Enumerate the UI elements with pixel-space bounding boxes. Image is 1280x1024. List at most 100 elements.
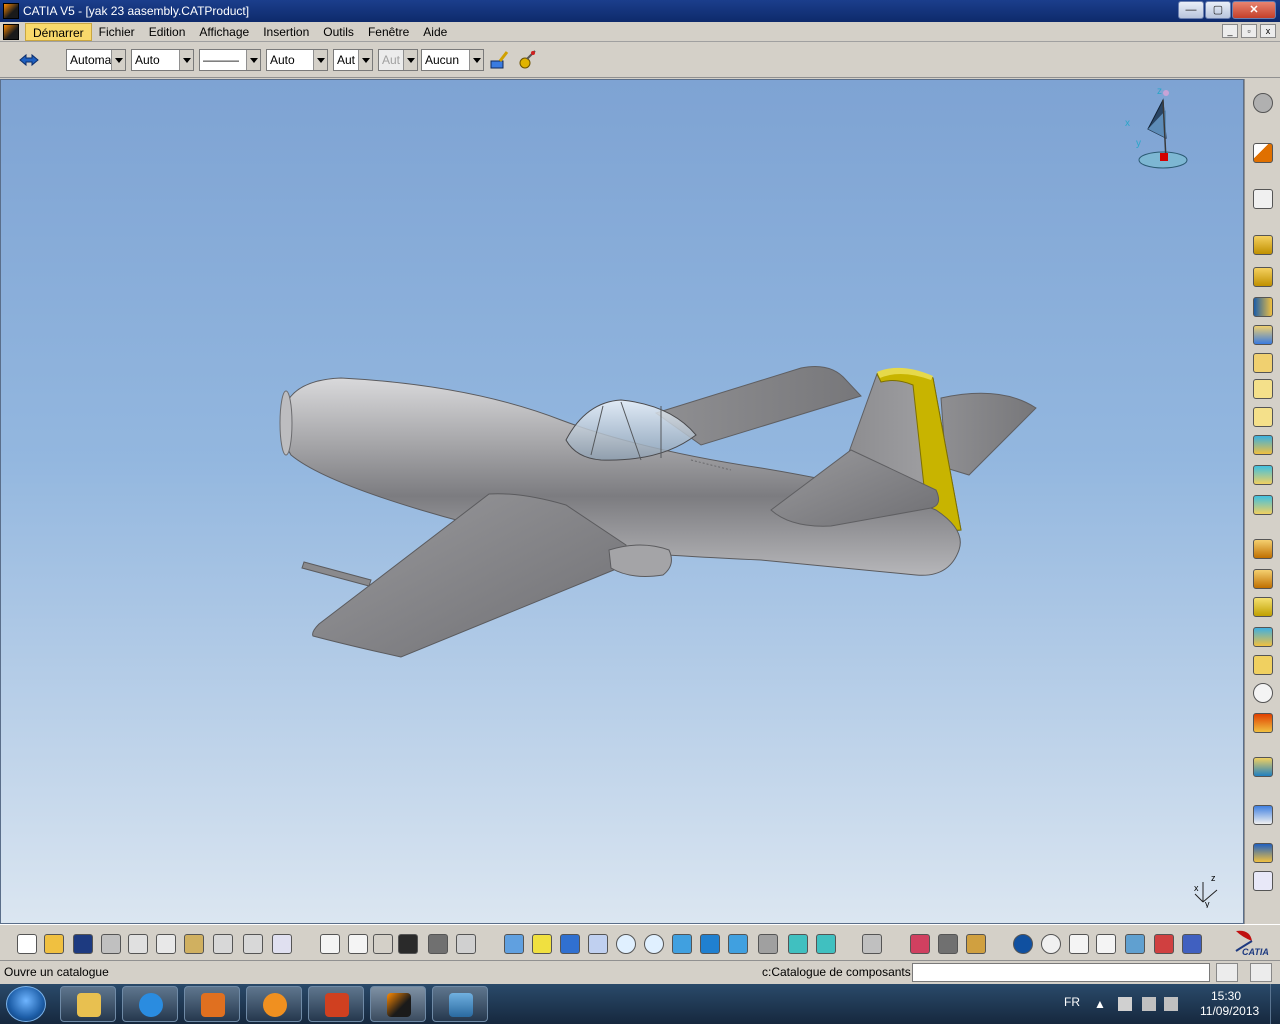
close-button[interactable]: ✕ bbox=[1232, 1, 1276, 19]
layer-icon[interactable] bbox=[1125, 934, 1145, 954]
instantiate-icon[interactable] bbox=[456, 934, 476, 954]
show-hidden-icons-icon[interactable]: ▲ bbox=[1094, 997, 1108, 1011]
show-desktop-button[interactable] bbox=[1270, 984, 1280, 1024]
multi-pad-icon[interactable] bbox=[1253, 465, 1273, 485]
hide-show-icon[interactable] bbox=[788, 934, 808, 954]
snap-icon[interactable] bbox=[1154, 934, 1174, 954]
hole-icon[interactable] bbox=[1253, 325, 1273, 345]
redo-icon[interactable] bbox=[243, 934, 263, 954]
taskbar-catia[interactable] bbox=[370, 986, 426, 1022]
chamfer-icon[interactable] bbox=[1253, 569, 1273, 589]
new-file-icon[interactable] bbox=[17, 934, 37, 954]
transparency-combo[interactable]: Auto bbox=[131, 49, 194, 71]
menu-outils[interactable]: Outils bbox=[316, 23, 361, 41]
numbers-icon[interactable] bbox=[1096, 934, 1116, 954]
layer-combo[interactable]: Aut bbox=[378, 49, 418, 71]
shaft-icon[interactable] bbox=[1253, 297, 1273, 317]
clock[interactable]: 15:30 11/09/2013 bbox=[1200, 989, 1259, 1019]
zoom-out-icon[interactable] bbox=[644, 934, 664, 954]
sketch-icon[interactable] bbox=[1253, 189, 1273, 209]
menu-insertion[interactable]: Insertion bbox=[256, 23, 316, 41]
fly-mode-icon[interactable] bbox=[504, 934, 524, 954]
zoom-in-icon[interactable] bbox=[616, 934, 636, 954]
table-icon[interactable] bbox=[398, 934, 418, 954]
pan-icon[interactable] bbox=[560, 934, 580, 954]
language-indicator[interactable]: FR bbox=[1064, 995, 1080, 1009]
left-wing[interactable] bbox=[312, 493, 627, 658]
line-type-combo[interactable]: ——— bbox=[199, 49, 261, 71]
menu-edition[interactable]: Edition bbox=[142, 23, 193, 41]
stiffener-icon[interactable] bbox=[1253, 495, 1273, 515]
minimize-button[interactable]: — bbox=[1178, 1, 1204, 19]
formula-icon[interactable] bbox=[320, 934, 340, 954]
select-arrow-icon[interactable] bbox=[1253, 143, 1273, 163]
target-icon[interactable] bbox=[1253, 683, 1273, 703]
menu-aide[interactable]: Aide bbox=[416, 23, 454, 41]
taskbar-powerpoint[interactable] bbox=[308, 986, 364, 1022]
menu-demarrer[interactable]: Démarrer bbox=[25, 22, 92, 41]
grid-icon[interactable] bbox=[1253, 871, 1273, 891]
taskbar-explorer[interactable] bbox=[60, 986, 116, 1022]
multi-view-icon[interactable] bbox=[700, 934, 720, 954]
analysis-icon[interactable] bbox=[1253, 805, 1273, 825]
doc-close-button[interactable]: x bbox=[1260, 24, 1276, 38]
point-combo[interactable]: Aut bbox=[333, 49, 373, 71]
menu-affichage[interactable]: Affichage bbox=[192, 23, 256, 41]
action-center-icon[interactable] bbox=[1118, 997, 1132, 1011]
normal-view-icon[interactable] bbox=[672, 934, 692, 954]
shading-icon[interactable] bbox=[758, 934, 778, 954]
taskbar-photo-viewer[interactable] bbox=[432, 986, 488, 1022]
iso-view-icon[interactable] bbox=[728, 934, 748, 954]
command-history-button[interactable] bbox=[1216, 963, 1238, 982]
start-button[interactable] bbox=[6, 986, 46, 1022]
axis-system-icon[interactable] bbox=[1069, 934, 1089, 954]
pocket-icon[interactable] bbox=[1253, 267, 1273, 287]
fillet-icon[interactable] bbox=[1253, 539, 1273, 559]
slot-icon[interactable] bbox=[1253, 407, 1273, 427]
volume-muted-icon[interactable] bbox=[1164, 997, 1178, 1011]
knowledge-icon[interactable] bbox=[373, 934, 393, 954]
measure-inertia-icon[interactable] bbox=[966, 934, 986, 954]
copy-icon[interactable] bbox=[156, 934, 176, 954]
doc-minimize-button[interactable]: _ bbox=[1222, 24, 1238, 38]
pan-hand-icon[interactable] bbox=[1041, 934, 1061, 954]
network-icon[interactable] bbox=[1142, 997, 1156, 1011]
measure-item-icon[interactable] bbox=[938, 934, 958, 954]
rib-icon[interactable] bbox=[1253, 379, 1273, 399]
comment-icon[interactable] bbox=[348, 934, 368, 954]
menu-fichier[interactable]: Fichier bbox=[92, 23, 142, 41]
measure-between-icon[interactable] bbox=[910, 934, 930, 954]
list-icon[interactable] bbox=[1182, 934, 1202, 954]
compass[interactable]: z x y bbox=[1111, 80, 1201, 180]
painter-icon[interactable] bbox=[488, 49, 510, 71]
save-icon[interactable] bbox=[73, 934, 93, 954]
right-stabilizer[interactable] bbox=[940, 392, 1037, 476]
taskbar-app[interactable] bbox=[246, 986, 302, 1022]
update-icon[interactable] bbox=[1013, 934, 1033, 954]
undo-icon[interactable] bbox=[213, 934, 233, 954]
print-icon[interactable] bbox=[101, 934, 121, 954]
loft-icon[interactable] bbox=[1253, 435, 1273, 455]
constraint-icon[interactable] bbox=[1253, 843, 1273, 863]
catalog-icon[interactable] bbox=[862, 934, 882, 954]
shell-icon[interactable] bbox=[1253, 627, 1273, 647]
format-brush-icon[interactable] bbox=[516, 49, 538, 71]
fit-all-icon[interactable] bbox=[532, 934, 552, 954]
groove-icon[interactable] bbox=[1253, 353, 1273, 373]
maximize-button[interactable]: ▢ bbox=[1205, 1, 1231, 19]
3d-viewport[interactable]: z x y z x y bbox=[0, 79, 1244, 924]
swap-space-icon[interactable] bbox=[816, 934, 836, 954]
command-stop-button[interactable] bbox=[1250, 963, 1272, 982]
open-folder-icon[interactable] bbox=[44, 934, 64, 954]
command-input[interactable] bbox=[912, 963, 1210, 982]
draft-icon[interactable] bbox=[1253, 597, 1273, 617]
thickness-icon[interactable] bbox=[1253, 655, 1273, 675]
lock-icon[interactable] bbox=[428, 934, 448, 954]
gear-icon[interactable] bbox=[1253, 93, 1273, 113]
pad-icon[interactable] bbox=[1253, 235, 1273, 255]
taskbar-media-player[interactable] bbox=[184, 986, 240, 1022]
paste-icon[interactable] bbox=[184, 934, 204, 954]
cut-icon[interactable] bbox=[128, 934, 148, 954]
rotate-icon[interactable] bbox=[588, 934, 608, 954]
menu-fenetre[interactable]: Fenêtre bbox=[361, 23, 416, 41]
